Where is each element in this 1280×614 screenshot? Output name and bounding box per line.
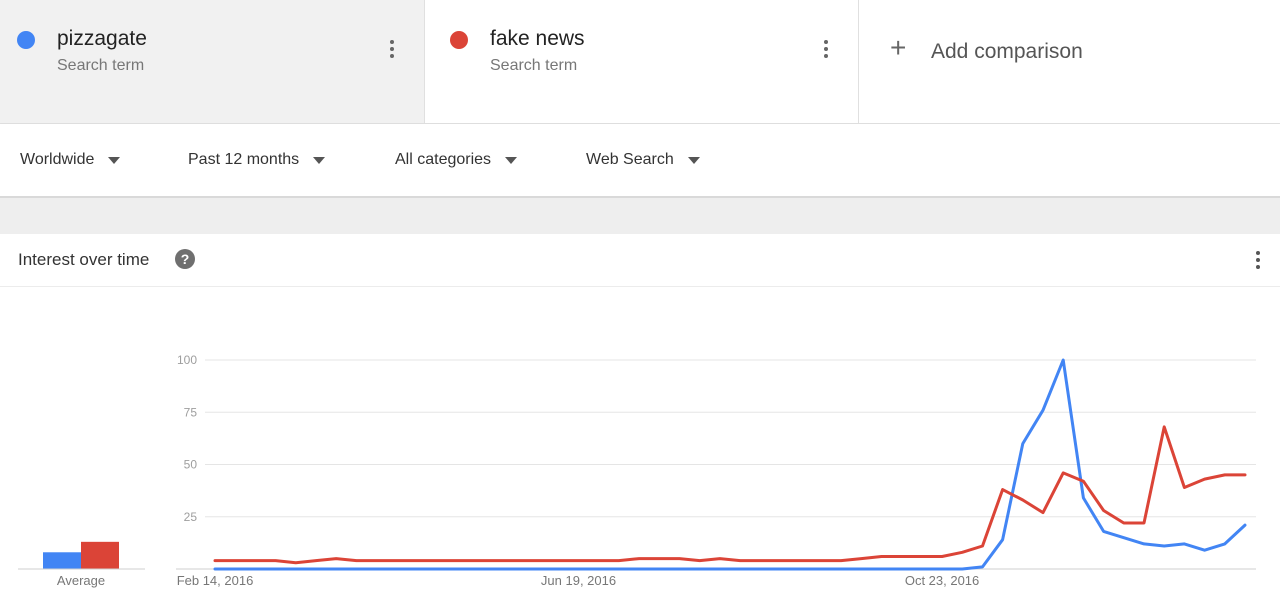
y-axis-ticks: 25 50 75 100 — [177, 353, 197, 524]
dropdown-arrow-icon — [108, 156, 121, 164]
y-tick-label: 100 — [177, 353, 197, 367]
y-tick-label: 25 — [184, 510, 198, 524]
card-title: Interest over time — [18, 250, 150, 269]
x-axis-ticks: Feb 14, 2016 Jun 19, 2016 Oct 23, 2016 — [177, 573, 980, 588]
dropdown-arrow-icon — [687, 156, 700, 164]
chart-gridlines — [176, 359, 1256, 570]
add-comparison-label[interactable]: Add comparison — [931, 40, 1083, 64]
more-vert-icon[interactable] — [1255, 251, 1261, 271]
series-color-dot — [450, 31, 468, 49]
more-vert-icon[interactable] — [389, 40, 395, 60]
average-label: Average — [57, 573, 105, 588]
y-tick-label: 50 — [184, 458, 198, 472]
search-term-card-2[interactable]: fake news Search term — [425, 0, 859, 123]
series-line-fake-news[interactable] — [213, 425, 1247, 565]
time-range-dropdown-label: Past 12 months — [188, 151, 300, 168]
filter-bar: Worldwide Past 12 months All categories … — [0, 124, 1280, 198]
interest-over-time-chart: Average 25 50 75 100 Feb 14, 2016 Jun 19, 20… — [18, 353, 1256, 588]
series-color-dot — [17, 31, 35, 49]
help-icon[interactable]: ? — [175, 249, 195, 269]
region-dropdown[interactable]: Worldwide — [20, 151, 121, 169]
average-bars: Average — [18, 541, 145, 588]
search-term-name[interactable]: pizzagate — [57, 27, 147, 51]
add-comparison-button[interactable]: + Add comparison — [859, 0, 1280, 123]
x-tick-label: Oct 23, 2016 — [905, 573, 979, 588]
interest-over-time-header: Interest over time ? — [0, 234, 1280, 287]
time-range-dropdown[interactable]: Past 12 months — [188, 151, 326, 169]
plus-icon[interactable]: + — [890, 34, 906, 62]
search-type-dropdown-label: Web Search — [586, 151, 674, 168]
y-tick-label: 75 — [184, 405, 198, 419]
search-term-subtitle: Search term — [490, 57, 578, 74]
x-tick-label: Jun 19, 2016 — [541, 573, 616, 588]
search-term-name[interactable]: fake news — [490, 27, 585, 51]
x-tick-label: Feb 14, 2016 — [177, 573, 254, 588]
category-dropdown-label: All categories — [395, 151, 492, 168]
dropdown-arrow-icon — [505, 156, 518, 164]
region-dropdown-label: Worldwide — [20, 151, 95, 168]
average-bar-fake-news[interactable] — [81, 541, 119, 569]
search-term-card-1[interactable]: pizzagate Search term — [0, 0, 425, 123]
search-terms-bar: pizzagate Search term fake news Search t… — [0, 0, 1280, 124]
search-type-dropdown[interactable]: Web Search — [586, 151, 700, 169]
section-divider — [0, 198, 1280, 234]
category-dropdown[interactable]: All categories — [395, 151, 518, 169]
search-term-subtitle: Search term — [57, 57, 145, 74]
average-bar-pizzagate[interactable] — [43, 552, 81, 569]
dropdown-arrow-icon — [313, 156, 326, 164]
more-vert-icon[interactable] — [823, 40, 829, 60]
